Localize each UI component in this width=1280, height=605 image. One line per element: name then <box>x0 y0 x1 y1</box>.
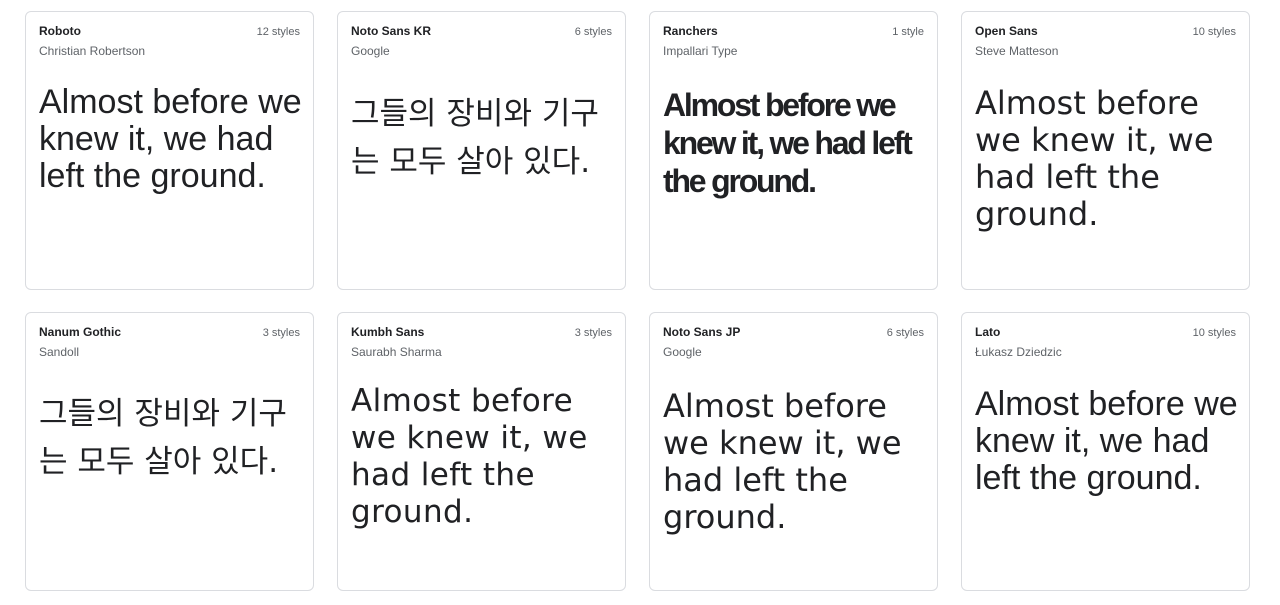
styles-count: 3 styles <box>262 327 300 339</box>
designer-name: Christian Robertson <box>39 44 146 58</box>
styles-count: 6 styles <box>886 327 924 339</box>
designer-name: Google <box>351 44 390 58</box>
designer-name: Google <box>663 345 702 359</box>
styles-count: 1 style <box>892 26 924 38</box>
card-header: Open Sans 10 styles Steve Matteson <box>975 24 1236 58</box>
font-sample-text: 그들의 장비와 기구는 모두 살아 있다. <box>39 396 287 480</box>
font-family-name: Nanum Gothic <box>39 325 122 339</box>
font-card-roboto[interactable]: Roboto 12 styles Christian Robertson Alm… <box>25 11 314 290</box>
font-card-nanum-gothic[interactable]: Nanum Gothic 3 styles Sandoll 그들의 장비와 기구… <box>25 312 314 591</box>
font-card-noto-sans-jp[interactable]: Noto Sans JP 6 styles Google Almost befo… <box>649 312 938 591</box>
card-header: Roboto 12 styles Christian Robertson <box>39 24 300 58</box>
designer-name: Saurabh Sharma <box>351 345 442 359</box>
font-sample-text: Almost before we knew it, we had left th… <box>975 84 1214 233</box>
font-family-name: Kumbh Sans <box>351 325 425 339</box>
font-sample-text: Almost before we knew it, we had left th… <box>39 83 302 195</box>
font-sample-text: Almost before we knew it, we had left th… <box>351 383 588 530</box>
designer-name: Łukasz Dziedzic <box>975 345 1062 359</box>
card-header: Kumbh Sans 3 styles Saurabh Sharma <box>351 325 612 359</box>
font-card-lato[interactable]: Lato 10 styles Łukasz Dziedzic Almost be… <box>961 312 1250 591</box>
font-card-ranchers[interactable]: Ranchers 1 style Impallari Type Almost b… <box>649 11 938 290</box>
styles-count: 10 styles <box>1192 327 1236 339</box>
styles-count: 12 styles <box>256 26 300 38</box>
designer-name: Sandoll <box>39 345 80 359</box>
card-header: Nanum Gothic 3 styles Sandoll <box>39 325 300 359</box>
font-card-noto-sans-kr[interactable]: Noto Sans KR 6 styles Google 그들의 장비와 기구는… <box>337 11 626 290</box>
card-header: Noto Sans KR 6 styles Google <box>351 24 612 58</box>
card-header: Noto Sans JP 6 styles Google <box>663 325 924 359</box>
font-sample-text: Almost before we knew it, we had left th… <box>663 87 913 199</box>
font-card-open-sans[interactable]: Open Sans 10 styles Steve Matteson Almos… <box>961 11 1250 290</box>
font-sample-text: Almost before we knew it, we had left th… <box>975 385 1238 497</box>
font-family-name: Noto Sans JP <box>663 325 741 339</box>
font-sample-text: Almost before we knew it, we had left th… <box>663 387 902 536</box>
font-grid: Roboto 12 styles Christian Robertson Alm… <box>0 0 1280 605</box>
designer-name: Impallari Type <box>663 44 738 58</box>
designer-name: Steve Matteson <box>975 44 1059 58</box>
styles-count: 3 styles <box>574 327 612 339</box>
card-header: Ranchers 1 style Impallari Type <box>663 24 924 58</box>
styles-count: 6 styles <box>574 26 612 38</box>
font-family-name: Ranchers <box>663 24 718 38</box>
font-family-name: Noto Sans KR <box>351 24 432 38</box>
font-sample-text: 그들의 장비와 기구는 모두 살아 있다. <box>351 96 599 180</box>
card-header: Lato 10 styles Łukasz Dziedzic <box>975 325 1236 359</box>
font-card-kumbh-sans[interactable]: Kumbh Sans 3 styles Saurabh Sharma Almos… <box>337 312 626 591</box>
styles-count: 10 styles <box>1192 26 1236 38</box>
